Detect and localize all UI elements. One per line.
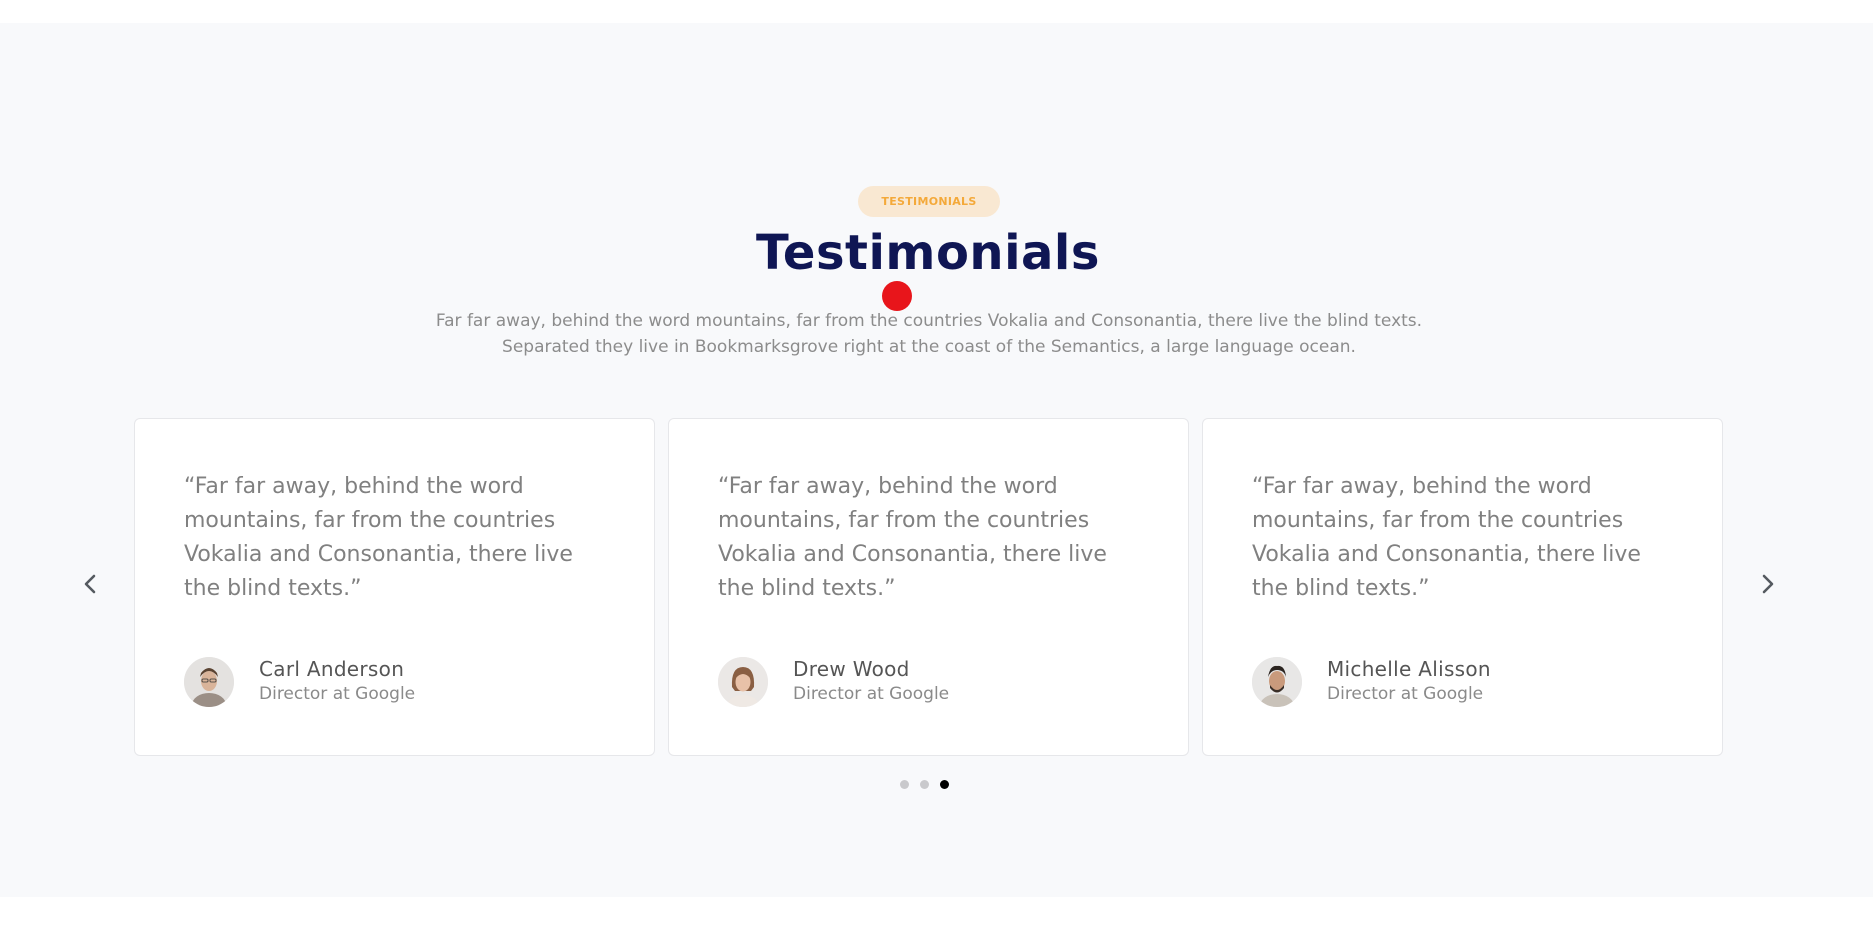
carousel-dot-2[interactable] [920,780,929,789]
carousel-dot-1[interactable] [900,780,909,789]
section-subtitle: Far far away, behind the word mountains,… [435,311,1423,357]
testimonial-quote: “Far far away, behind the word mountains… [184,474,573,601]
testimonial-card: “Far far away, behind the word mountains… [134,418,655,756]
person-name: Drew Wood [793,657,910,681]
section-title: Testimonials [756,225,1100,281]
carousel-prev-button[interactable] [78,572,102,596]
testimonial-card: “Far far away, behind the word mountains… [1202,418,1723,756]
chevron-left-icon [84,574,96,594]
person-role: Director at Google [1327,684,1484,704]
person-role: Director at Google [259,684,416,704]
carousel-next-button[interactable] [1756,572,1780,596]
person-name: Michelle Alisson [1327,657,1491,681]
avatar [1252,657,1302,707]
carousel-pagination [900,780,949,789]
testimonial-quote: “Far far away, behind the word mountains… [718,474,1107,601]
person-name: Carl Anderson [259,657,405,681]
cursor-marker [882,281,912,311]
chevron-right-icon [1762,574,1774,594]
avatar [718,657,768,707]
testimonial-quote: “Far far away, behind the word mountains… [1252,474,1641,601]
testimonial-card: “Far far away, behind the word mountains… [668,418,1189,756]
section-badge: TESTIMONIALS [858,186,1000,217]
person-role: Director at Google [793,684,950,704]
avatar [184,657,234,707]
carousel-dot-3[interactable] [940,780,949,789]
